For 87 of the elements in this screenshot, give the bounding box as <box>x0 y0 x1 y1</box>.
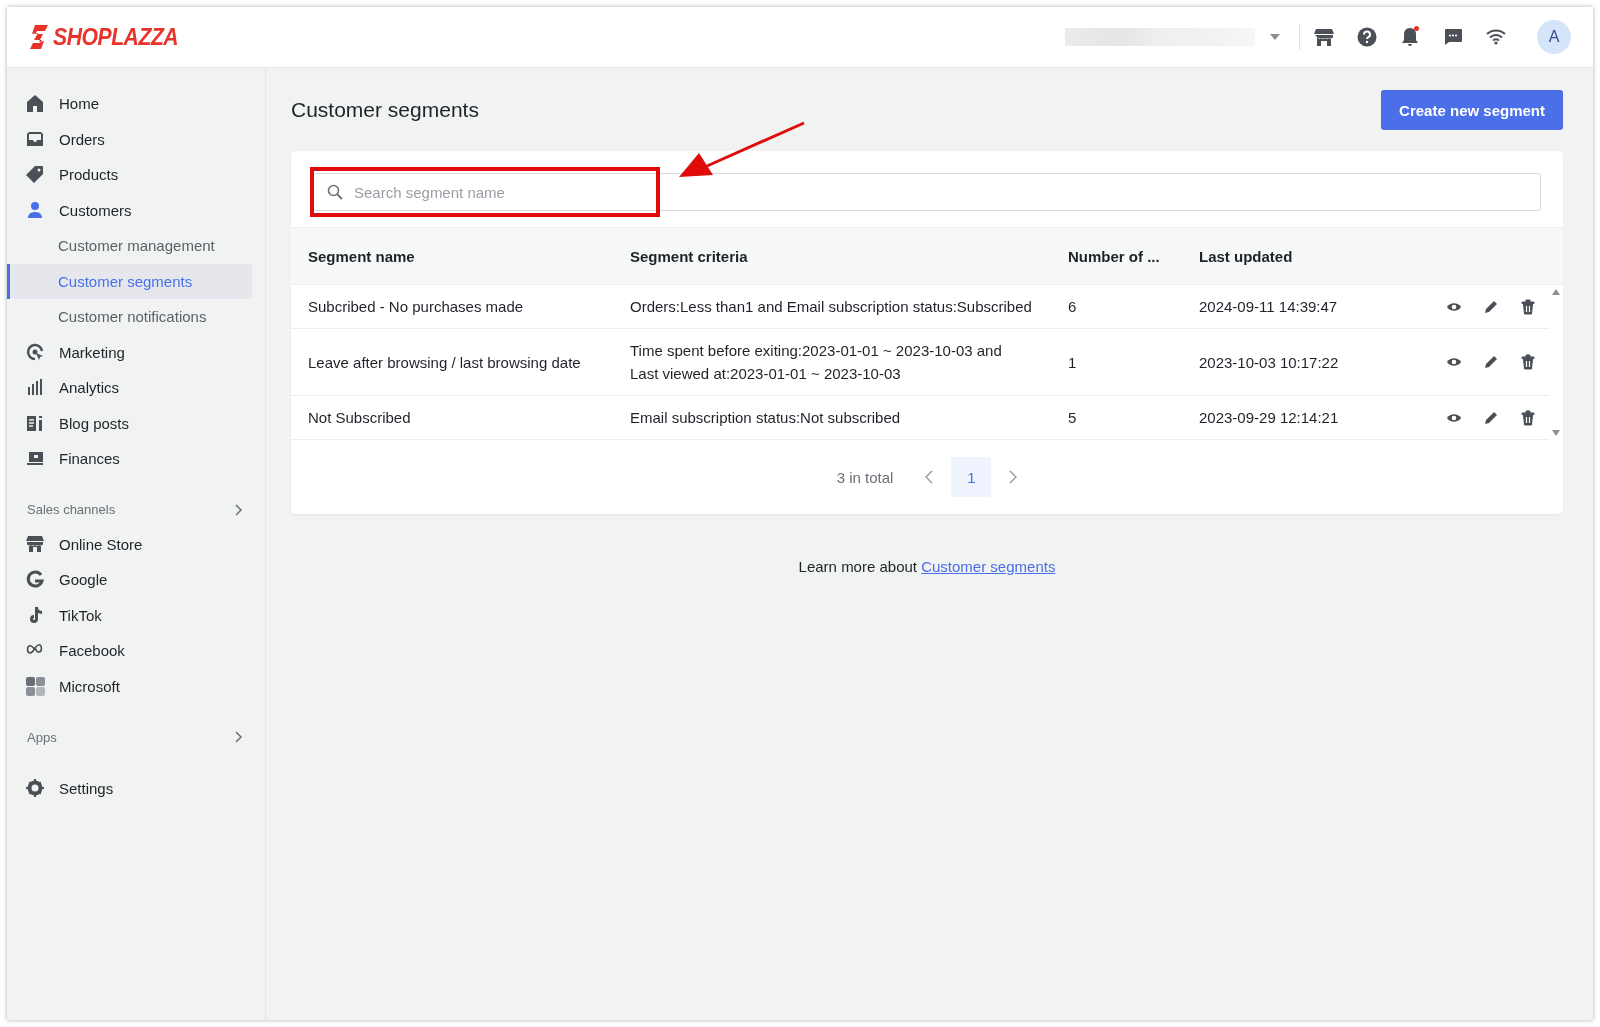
sidebar-item-label: Customers <box>59 201 132 219</box>
section-heading: Sales channels <box>27 502 116 517</box>
sidebar-item[interactable]: Online Store <box>10 526 252 562</box>
table-cell-text: 2023-09-29 12:14:21 <box>1199 408 1340 428</box>
sidebar-item[interactable]: Facebook <box>10 633 252 669</box>
sidebar-item-label: Settings <box>59 780 114 798</box>
sidebar-item-label: Marketing <box>59 343 125 361</box>
table-cell-text: Email subscription status:Not subscribed <box>630 408 902 428</box>
target-icon <box>26 342 45 362</box>
sidebar-item-label: Google <box>59 571 108 589</box>
sidebar-item-label: Blog posts <box>59 414 130 432</box>
table-cell-text: Not Subscribed <box>307 408 412 428</box>
table-cell-text: Leave after browsing / last browsing date <box>307 352 582 373</box>
trash-icon <box>1520 409 1536 426</box>
sidebar-item[interactable]: Analytics <box>10 370 252 406</box>
learn-more-link[interactable]: Customer segments <box>921 558 1056 575</box>
sidebar-item-label: Orders <box>59 130 105 148</box>
sidebar-item-label: Online Store <box>59 535 143 553</box>
windows-grid-icon <box>26 676 45 696</box>
sidebar-item[interactable]: Marketing <box>10 334 252 370</box>
person-icon <box>26 200 45 220</box>
sidebar-item[interactable]: Finances <box>10 441 252 477</box>
sidebar-item[interactable]: Microsoft <box>10 668 252 704</box>
sidebar-item-label: Analytics <box>59 379 120 397</box>
logo-icon <box>27 24 49 50</box>
table-cell-text: 2023-10-03 10:17:22 <box>1199 352 1340 373</box>
sidebar-item[interactable]: Orders <box>10 121 252 157</box>
signal-icon <box>1486 29 1506 45</box>
column-header: Segment criteria <box>630 246 749 267</box>
chevron-right-icon <box>1009 470 1018 484</box>
document-icon <box>26 413 45 433</box>
sidebar-subitem[interactable]: Customer segments <box>10 263 252 299</box>
table-cell-text: Orders:Less than1 and Email subscription status:Subscribed <box>630 297 1033 317</box>
table-cell-text: Subcribed - No purchases made <box>307 297 525 317</box>
g-letter-icon <box>26 570 45 590</box>
create-segment-button[interactable]: Create new segment <box>1381 90 1563 130</box>
chevron-right-icon <box>235 503 243 516</box>
bell-icon <box>1401 27 1419 47</box>
sidebar-subitem[interactable]: Customer management <box>10 228 252 264</box>
sidebar-item[interactable]: TikTok <box>10 597 252 633</box>
page-button[interactable]: 1 <box>951 457 992 497</box>
table-cell-text: 1 <box>1068 352 1078 373</box>
sidebar-item-label: Products <box>59 166 119 184</box>
column-header: Segment name <box>307 246 416 267</box>
logo: SHOPLAZZA <box>53 23 179 51</box>
column-header: Number of ... <box>1068 246 1161 267</box>
sidebar-item[interactable]: Customers <box>10 192 252 228</box>
storefront-icon <box>1314 28 1334 46</box>
column-header: Last updated <box>1199 246 1294 267</box>
chevron-left-icon <box>925 470 934 484</box>
tag-icon <box>26 165 45 185</box>
scroll-up-icon <box>1552 289 1560 295</box>
scroll-down-icon <box>1552 430 1560 436</box>
sidebar-item[interactable]: Google <box>10 562 252 598</box>
pencil-icon <box>1483 298 1499 315</box>
pencil-icon <box>1483 409 1499 426</box>
section-heading: Apps <box>27 729 57 745</box>
table-cell-text: 2024-09-11 14:39:47 <box>1199 297 1339 317</box>
chevron-right-icon <box>235 731 243 743</box>
trash-icon <box>1520 298 1536 315</box>
bar-chart-icon <box>26 378 45 398</box>
table-cell-text: 6 <box>1068 297 1078 317</box>
page-title: Customer segments <box>291 98 479 122</box>
avatar[interactable]: A <box>1537 20 1571 54</box>
home-icon <box>26 94 45 114</box>
sidebar-item-label: Facebook <box>59 642 125 660</box>
sidebar-item-label: Finances <box>59 450 120 468</box>
gear-icon <box>26 779 45 799</box>
sidebar-item-label: TikTok <box>59 606 102 624</box>
sidebar-item[interactable]: Blog posts <box>10 405 252 441</box>
chat-icon <box>1443 28 1463 46</box>
learn-more-text: Learn more about Customer segments <box>798 558 1056 575</box>
search-field[interactable]: Search segment name <box>313 173 1541 211</box>
sidebar-item[interactable]: Home <box>10 86 252 122</box>
storefront-icon <box>26 534 45 554</box>
sidebar-item[interactable]: Products <box>10 157 252 193</box>
trash-icon <box>1520 354 1536 370</box>
sidebar-item[interactable]: Settings <box>10 771 252 807</box>
table-cell-text: Time spent before exiting:2023-01-01 ~ 2023-10-03 and Last viewed at:2023-01-01 ~ 2023-10-03 <box>630 341 1003 384</box>
table-cell-text: 5 <box>1068 408 1078 428</box>
caret-icon <box>1269 33 1281 41</box>
inbox-icon <box>26 129 45 149</box>
sidebar-subitem[interactable]: Customer notifications <box>10 299 252 335</box>
pencil-icon <box>1483 354 1499 370</box>
sidebar-item-label: Home <box>59 95 99 113</box>
sidebar-item-label: Microsoft <box>59 677 120 695</box>
total-count: 3 in total <box>836 468 894 486</box>
